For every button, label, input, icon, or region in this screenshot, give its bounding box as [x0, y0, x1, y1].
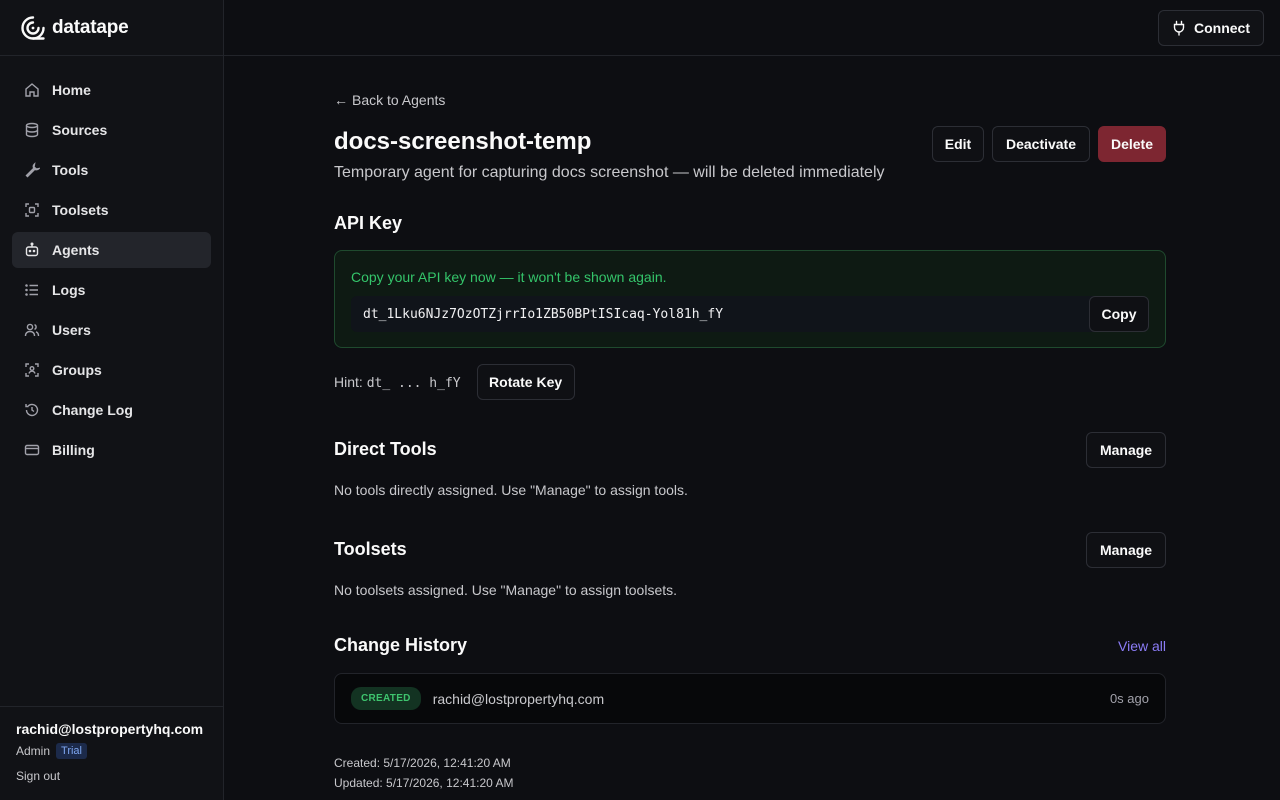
user-role-row: Admin Trial	[16, 743, 207, 759]
sidebar-item-change-log[interactable]: Change Log	[12, 392, 211, 428]
api-key-heading: API Key	[334, 213, 403, 233]
sidebar-item-label: Agents	[52, 242, 100, 258]
plan-badge: Trial	[56, 743, 87, 759]
api-key-warning: Copy your API key now — it won't be show…	[351, 269, 667, 285]
wrench-icon	[24, 162, 40, 178]
brand-name: datatape	[52, 16, 129, 38]
toolsets-empty: No toolsets assigned. Use "Manage" to as…	[334, 582, 678, 598]
history-entry: CREATED rachid@lostpropertyhq.com 0s ago	[334, 673, 1166, 724]
sidebar-item-tools[interactable]: Tools	[12, 152, 211, 188]
arrow-left-icon: ←	[334, 92, 348, 108]
sidebar-item-billing[interactable]: Billing	[12, 432, 211, 468]
sidebar-item-groups[interactable]: Groups	[12, 352, 211, 388]
sidebar-item-label: Change Log	[52, 402, 133, 418]
sidebar-item-label: Groups	[52, 362, 102, 378]
sidebar: datatape Home Sources Tools Toolsets Age…	[0, 0, 224, 800]
status-badge: CREATED	[351, 687, 421, 710]
history-time: 0s ago	[1109, 691, 1149, 706]
manage-tools-button[interactable]: Manage	[1086, 432, 1166, 468]
topbar: Connect	[224, 0, 1280, 56]
back-link-label: Back to Agents	[352, 92, 446, 108]
direct-tools-heading: Direct Tools	[334, 439, 437, 459]
datatape-logo-icon	[20, 15, 46, 41]
api-key-panel: Copy your API key now — it won't be show…	[334, 250, 1166, 348]
edit-button[interactable]: Edit	[932, 126, 984, 162]
sidebar-item-label: Home	[52, 82, 91, 98]
sidebar-item-toolsets[interactable]: Toolsets	[12, 192, 211, 228]
agent-actions: Edit Deactivate Delete	[932, 126, 1166, 162]
sidebar-nav: Home Sources Tools Toolsets Agents Logs …	[0, 56, 223, 488]
created-timestamp: Created: 5/17/2026, 12:41:20 AM	[334, 756, 511, 770]
updated-timestamp: Updated: 5/17/2026, 12:41:20 AM	[334, 776, 514, 790]
database-icon	[24, 122, 40, 138]
delete-button[interactable]: Delete	[1098, 126, 1166, 162]
sidebar-item-logs[interactable]: Logs	[12, 272, 211, 308]
direct-tools-empty: No tools directly assigned. Use "Manage"…	[334, 482, 688, 498]
sidebar-footer: rachid@lostpropertyhq.com Admin Trial Si…	[0, 706, 223, 800]
sidebar-item-label: Users	[52, 322, 91, 338]
sidebar-item-users[interactable]: Users	[12, 312, 211, 348]
sidebar-item-label: Toolsets	[52, 202, 109, 218]
sidebar-item-label: Tools	[52, 162, 89, 178]
credit-card-icon	[24, 442, 40, 458]
users-icon	[24, 322, 40, 338]
key-hint-row: Hint: dt_ ... h_fY Rotate Key	[334, 364, 575, 400]
view-all-link[interactable]: View all	[1118, 638, 1166, 654]
manage-toolsets-button[interactable]: Manage	[1086, 532, 1166, 568]
hint-value: dt_ ... h_fY	[366, 375, 461, 391]
page-title: docs-screenshot-temp	[334, 128, 592, 155]
scan-icon	[24, 202, 40, 218]
sidebar-item-sources[interactable]: Sources	[12, 112, 211, 148]
sidebar-item-label: Sources	[52, 122, 108, 138]
toolsets-heading: Toolsets	[334, 539, 407, 559]
sidebar-item-label: Billing	[52, 442, 95, 458]
home-icon	[24, 82, 40, 98]
sign-out-link[interactable]: Sign out	[16, 769, 207, 783]
sidebar-item-label: Logs	[52, 282, 86, 298]
list-icon	[24, 282, 40, 298]
key-hint: Hint: dt_ ... h_fY	[334, 374, 461, 391]
user-role: Admin	[16, 744, 51, 758]
copy-button[interactable]: Copy	[1089, 296, 1149, 332]
plug-icon	[1172, 20, 1186, 36]
connect-button[interactable]: Connect	[1158, 10, 1264, 46]
agent-description: Temporary agent for capturing docs scree…	[334, 164, 885, 181]
hint-label: Hint:	[334, 373, 363, 390]
deactivate-button[interactable]: Deactivate	[992, 126, 1090, 162]
group-icon	[24, 362, 40, 378]
sidebar-item-home[interactable]: Home	[12, 72, 211, 108]
api-key-value[interactable]: dt_1Lku6NJz7OzOTZjrrIo1ZB50BPtISIcaq-Yol…	[351, 307, 1089, 322]
change-history-heading: Change History	[334, 635, 468, 655]
api-key-row: dt_1Lku6NJz7OzOTZjrrIo1ZB50BPtISIcaq-Yol…	[351, 296, 1149, 332]
sidebar-item-agents[interactable]: Agents	[12, 232, 211, 268]
history-icon	[24, 402, 40, 418]
rotate-key-button[interactable]: Rotate Key	[476, 364, 575, 400]
brand[interactable]: datatape	[0, 0, 223, 56]
back-to-agents-link[interactable]: ← Back to Agents	[334, 92, 445, 108]
bot-icon	[24, 242, 40, 258]
history-user: rachid@lostpropertyhq.com	[432, 690, 605, 707]
connect-label: Connect	[1194, 20, 1250, 36]
user-email: rachid@lostpropertyhq.com	[16, 721, 204, 737]
